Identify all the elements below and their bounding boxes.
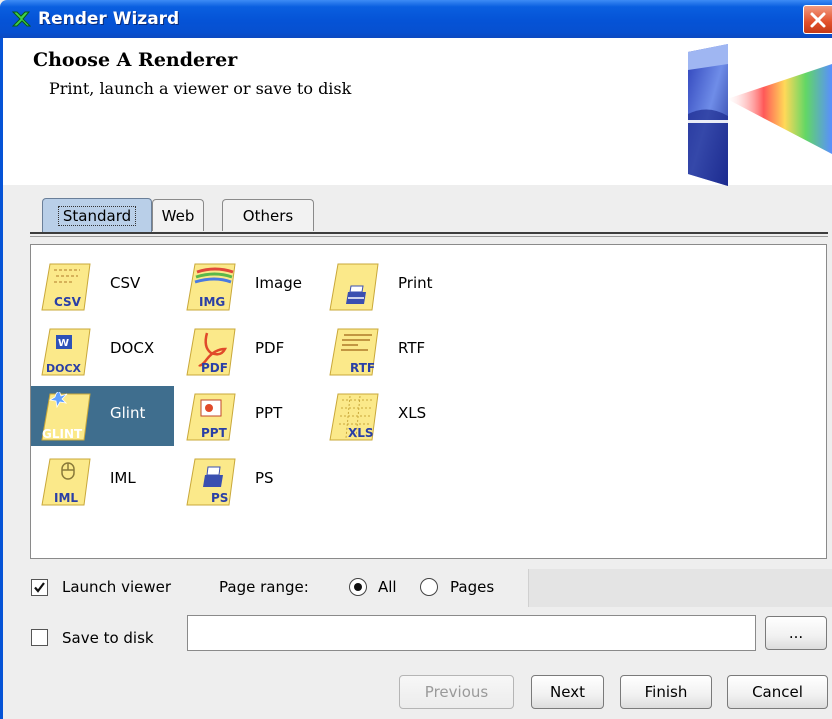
ps-icon: PS [186, 458, 236, 506]
ppt-icon: PPT [186, 393, 236, 441]
window-title: Render Wizard [38, 9, 180, 29]
renderer-label-image: Image [255, 274, 302, 292]
tab-divider [30, 232, 828, 234]
renderer-label-iml: IML [110, 469, 136, 487]
renderer-label-docx: DOCX [110, 339, 155, 357]
prism-banner-icon [682, 44, 832, 186]
xls-icon-text: XLS [348, 426, 374, 440]
ps-icon-text: PS [211, 491, 228, 505]
renderer-label-xls: XLS [398, 404, 427, 422]
docx-icon: W DOCX [41, 328, 91, 376]
renderer-label-print: Print [398, 274, 433, 292]
renderer-item-xls[interactable]: XLS XLS [319, 386, 462, 446]
docx-icon-text: DOCX [46, 362, 82, 375]
renderer-list: CSV CSV IMG Image Print W DOCX DOCX PDF … [30, 244, 827, 559]
next-button[interactable]: Next [531, 675, 604, 709]
renderer-item-ps[interactable]: PS PS [176, 451, 319, 511]
renderer-item-image[interactable]: IMG Image [176, 256, 319, 316]
header-title: Choose A Renderer [33, 49, 238, 71]
pdf-icon: PDF [186, 328, 236, 376]
rtf-icon: RTF [329, 328, 379, 376]
tab-standard[interactable]: Standard [42, 198, 152, 232]
renderer-label-csv: CSV [110, 274, 141, 292]
tab-divider-shadow [30, 236, 828, 237]
pdf-icon-text: PDF [201, 361, 228, 375]
tab-standard-label: Standard [57, 205, 137, 226]
pages-input[interactable] [528, 569, 832, 607]
csv-icon: CSV [41, 263, 91, 311]
tab-others-label: Others [242, 206, 294, 225]
save-path-input[interactable] [187, 615, 756, 651]
renderer-item-iml[interactable]: IML IML [31, 451, 174, 511]
range-pages-radio[interactable] [420, 578, 438, 596]
renderer-label-ppt: PPT [255, 404, 283, 422]
range-all-radio[interactable] [349, 578, 367, 596]
renderer-item-glint[interactable]: GLINT Glint [31, 386, 174, 446]
header-subtitle: Print, launch a viewer or save to disk [49, 79, 352, 98]
tab-others[interactable]: Others [222, 199, 314, 231]
save-to-disk-label: Save to disk [62, 629, 154, 647]
renderer-item-ppt[interactable]: PPT PPT [176, 386, 319, 446]
launch-viewer-label: Launch viewer [62, 578, 172, 596]
ppt-icon-text: PPT [201, 426, 228, 440]
renderer-item-pdf[interactable]: PDF PDF [176, 321, 319, 381]
title-bar: Render Wizard [0, 0, 832, 38]
finish-button[interactable]: Finish [620, 675, 712, 709]
close-icon [810, 12, 826, 28]
renderer-label-ps: PS [255, 469, 274, 487]
xls-icon: XLS [329, 393, 379, 441]
renderer-label-rtf: RTF [398, 339, 426, 357]
wizard-app-icon [11, 11, 31, 27]
image-icon: IMG [186, 263, 236, 311]
close-button[interactable] [803, 5, 832, 34]
previous-button[interactable]: Previous [399, 675, 514, 709]
save-to-disk-checkbox[interactable] [31, 629, 48, 646]
launch-viewer-checkbox[interactable] [31, 579, 48, 596]
glint-icon: GLINT [41, 392, 91, 441]
range-pages-label: Pages [450, 578, 495, 596]
renderer-label-pdf: PDF [255, 339, 285, 357]
renderer-item-csv[interactable]: CSV CSV [31, 256, 174, 316]
renderer-label-glint: Glint [110, 404, 146, 422]
print-icon [329, 263, 379, 311]
checkmark-icon [34, 582, 45, 593]
render-wizard-window: Render Wizard Choose A Renderer Print, l… [0, 0, 832, 719]
renderer-item-print[interactable]: Print [319, 256, 462, 316]
range-all-label: All [378, 578, 397, 596]
iml-icon-text: IML [54, 491, 78, 505]
csv-icon-text: CSV [54, 295, 82, 309]
tab-web[interactable]: Web [152, 199, 204, 231]
tab-web-label: Web [161, 206, 195, 225]
browse-button[interactable]: ... [765, 616, 827, 650]
rtf-icon-text: RTF [350, 361, 375, 375]
page-range-label: Page range: [219, 578, 309, 596]
renderer-item-rtf[interactable]: RTF RTF [319, 321, 462, 381]
image-icon-text: IMG [199, 295, 225, 309]
glint-icon-text: GLINT [42, 427, 83, 441]
iml-icon: IML [41, 458, 91, 506]
renderer-item-docx[interactable]: W DOCX DOCX [31, 321, 174, 381]
svg-text:W: W [58, 338, 69, 349]
cancel-button[interactable]: Cancel [727, 675, 828, 709]
